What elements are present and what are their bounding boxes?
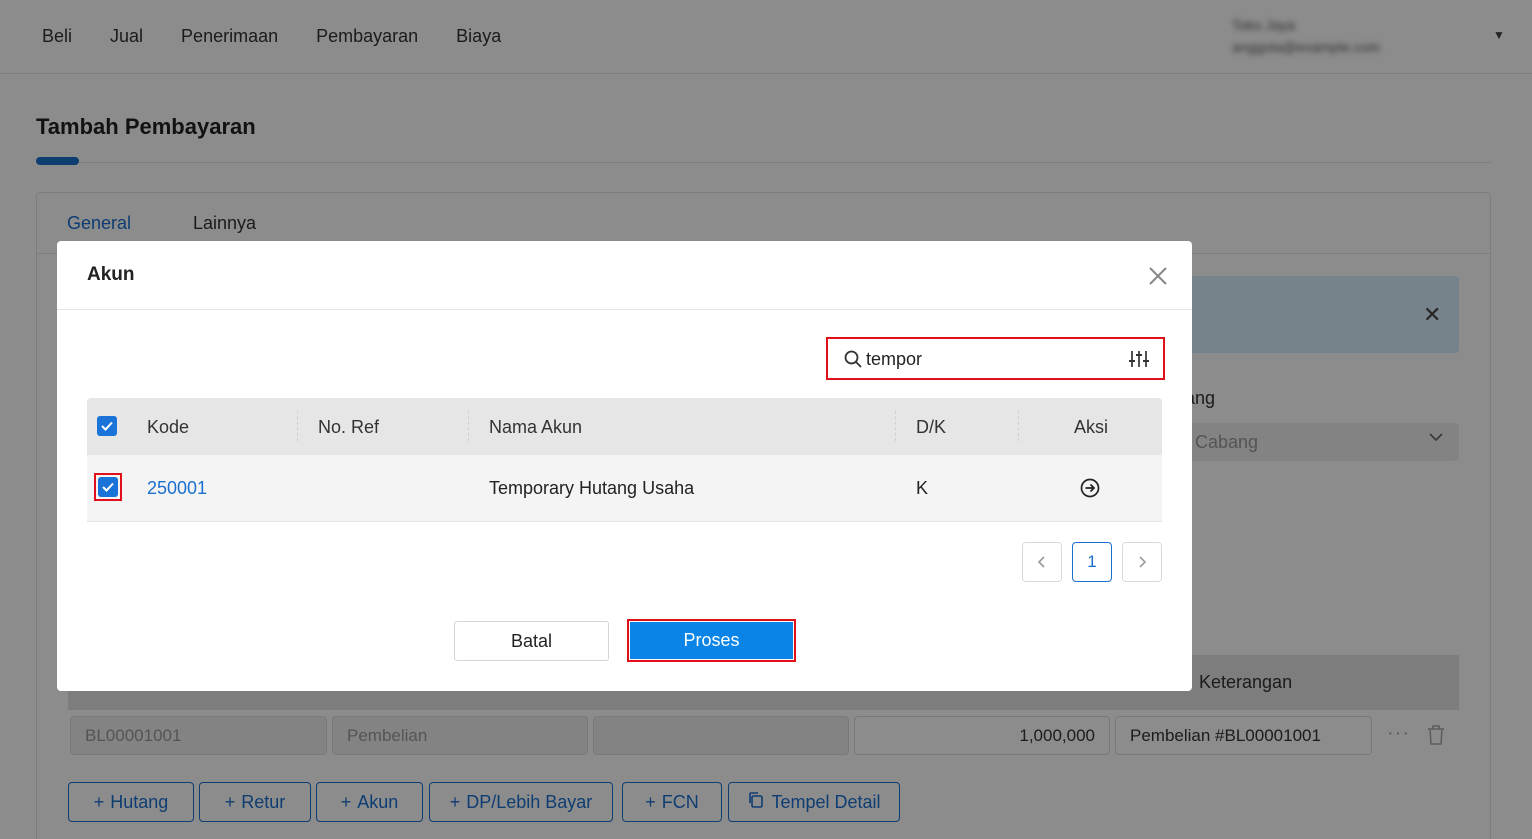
select-all-checkbox[interactable]: [97, 416, 117, 436]
pagination-next[interactable]: [1122, 542, 1162, 582]
akun-modal: Akun Kode No. Ref Nama Akun D/K Aksi: [57, 241, 1192, 691]
row-checkbox[interactable]: [98, 477, 118, 497]
table-row[interactable]: 250001 Temporary Hutang Usaha K: [87, 455, 1162, 522]
row-nama-akun: Temporary Hutang Usaha: [489, 478, 695, 498]
modal-header: Akun: [57, 241, 1192, 310]
row-kode-link[interactable]: 250001: [147, 478, 207, 499]
column-divider: [468, 411, 469, 441]
column-divider: [1018, 411, 1019, 441]
close-icon[interactable]: [1145, 263, 1171, 289]
search-input[interactable]: [866, 345, 1116, 373]
column-aksi: Aksi: [1074, 417, 1109, 437]
column-nama-akun[interactable]: Nama Akun: [489, 417, 582, 438]
column-divider: [297, 411, 298, 441]
row-dk: K: [916, 478, 929, 498]
column-divider: [895, 411, 896, 441]
search-icon: [844, 350, 862, 368]
column-dk[interactable]: D/K: [916, 417, 946, 438]
arrow-right-circle-icon[interactable]: [1080, 478, 1100, 498]
proses-button[interactable]: Proses: [630, 622, 793, 659]
accounts-table-header: Kode No. Ref Nama Akun D/K Aksi: [87, 398, 1162, 455]
cancel-button[interactable]: Batal: [454, 621, 609, 661]
pagination-page[interactable]: 1: [1072, 542, 1112, 582]
column-kode[interactable]: Kode: [147, 417, 189, 438]
modal-title: Akun: [87, 264, 135, 285]
sliders-icon[interactable]: [1128, 349, 1150, 369]
column-no-ref[interactable]: No. Ref: [318, 417, 379, 438]
search-box: [826, 337, 1165, 380]
pagination-prev[interactable]: [1022, 542, 1062, 582]
